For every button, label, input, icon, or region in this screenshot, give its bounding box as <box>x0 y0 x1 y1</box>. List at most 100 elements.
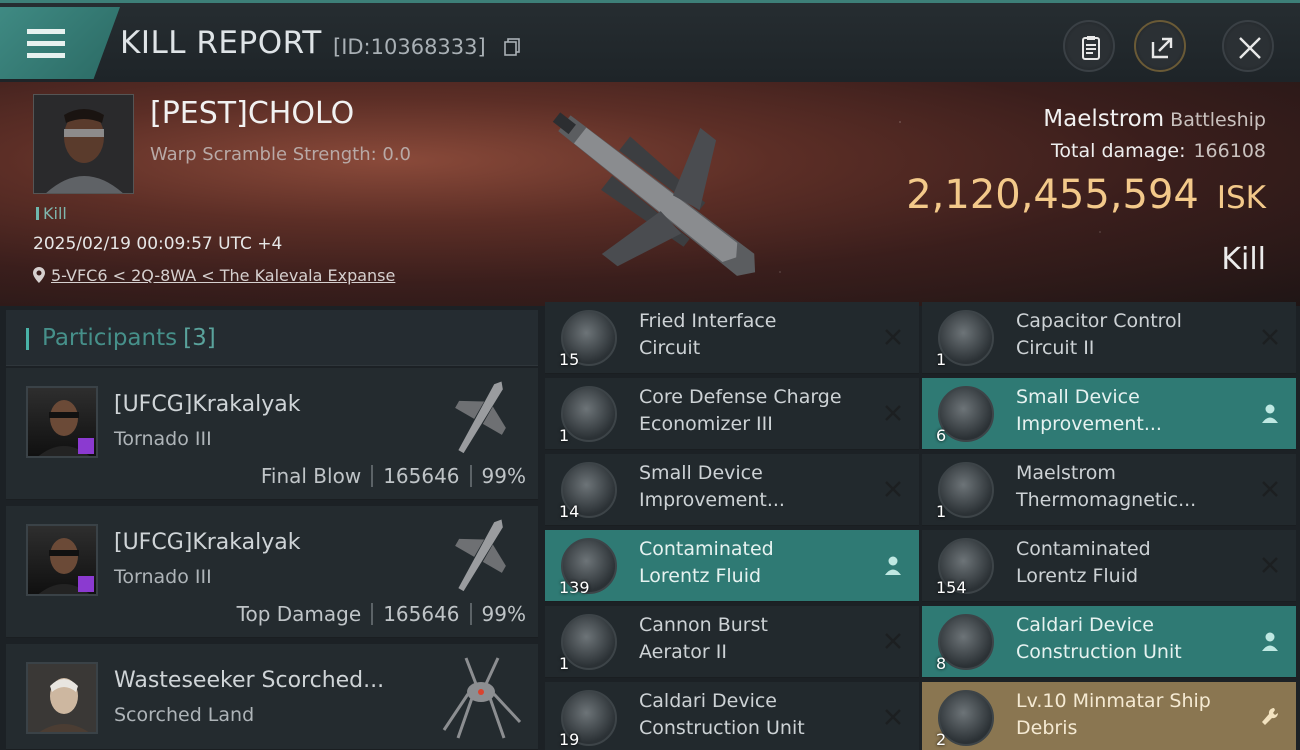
item-card[interactable]: 1 Core Defense Charge Economizer III <box>545 378 919 450</box>
item-card[interactable]: 1 Cannon Burst Aerator II <box>545 606 919 678</box>
item-card[interactable]: 1 Capacitor Control Circuit II <box>922 302 1296 374</box>
victim-ship-image[interactable] <box>520 84 790 304</box>
item-card[interactable]: 8 Caldari Device Construction Unit <box>922 606 1296 678</box>
item-name: Cannon Burst Aerator II <box>639 614 768 663</box>
item-icon <box>938 690 994 746</box>
item-quantity: 139 <box>559 578 590 597</box>
drone-ship-icon <box>442 657 522 739</box>
menu-button[interactable] <box>0 7 120 79</box>
item-icon <box>938 614 994 670</box>
tag-bar-icon <box>36 207 39 220</box>
item-card[interactable]: 14 Small Device Improvement... <box>545 454 919 526</box>
item-name: Capacitor Control Circuit II <box>1016 310 1182 359</box>
location-pin-icon <box>33 267 45 283</box>
corp-badge-icon <box>78 576 94 592</box>
close-icon[interactable] <box>1260 478 1280 500</box>
pilot-portrait-image <box>34 95 133 193</box>
item-quantity: 14 <box>559 502 580 521</box>
participant-role: Top Damage <box>236 602 362 626</box>
item-name: Maelstrom Thermomagnetic... <box>1016 462 1197 511</box>
participant-name: [UFCG]Krakalyak <box>114 530 301 555</box>
share-icon <box>1151 37 1173 59</box>
participant-percent: 99% <box>481 464 526 488</box>
ship-icon <box>455 381 506 454</box>
item-quantity: 15 <box>559 350 580 369</box>
copy-icon[interactable] <box>504 38 520 56</box>
close-icon[interactable] <box>883 402 903 424</box>
participant-name: [UFCG]Krakalyak <box>114 392 301 417</box>
clipboard-icon <box>1082 36 1100 60</box>
wrench-icon[interactable] <box>1260 706 1280 728</box>
item-name: Caldari Device Construction Unit <box>639 690 805 739</box>
kill-location[interactable]: 5-VFC6 < 2Q-8WA < The Kalevala Expanse <box>33 266 395 285</box>
item-card[interactable]: 139 Contaminated Lorentz Fluid <box>545 530 919 602</box>
item-card[interactable]: 154 Contaminated Lorentz Fluid <box>922 530 1296 602</box>
victim-name: [PEST]CHOLO <box>150 96 355 131</box>
participant-ship: Scorched Land <box>114 704 255 726</box>
item-card[interactable]: 1 Maelstrom Thermomagnetic... <box>922 454 1296 526</box>
item-quantity: 6 <box>936 426 947 445</box>
item-quantity: 1 <box>559 654 570 673</box>
hamburger-icon <box>27 29 65 59</box>
participants-header[interactable]: Participants [3] <box>6 310 538 366</box>
item-quantity: 2 <box>936 730 947 749</box>
kill-timestamp: 2025/02/19 00:09:57 UTC +4 <box>33 234 283 254</box>
victim-avatar[interactable] <box>33 94 134 194</box>
item-icon <box>938 462 994 518</box>
person-icon[interactable] <box>883 554 903 576</box>
location-link[interactable]: 5-VFC6 < 2Q-8WA < The Kalevala Expanse <box>51 266 395 285</box>
participant-row[interactable]: [UFCG]Krakalyak Tornado III Final Blow 16… <box>6 368 538 500</box>
item-card[interactable]: 19 Caldari Device Construction Unit <box>545 682 919 750</box>
close-button[interactable] <box>1222 20 1274 72</box>
participant-stats: Final Blow 165646 99% <box>261 464 526 488</box>
victim-ship: Maelstrom Battleship <box>1043 106 1266 132</box>
corp-badge-icon <box>78 438 94 454</box>
participant-damage: 165646 <box>383 602 460 626</box>
item-card[interactable]: 6 Small Device Improvement... <box>922 378 1296 450</box>
participants-panel: Participants [3] [UFCG]Krakalyak Tornado … <box>6 310 538 750</box>
item-card[interactable]: 2 Lv.10 Minmatar Ship Debris <box>922 682 1296 750</box>
clipboard-button[interactable] <box>1063 20 1115 72</box>
participant-ship: Tornado III <box>114 566 212 588</box>
item-name: Caldari Device Construction Unit <box>1016 614 1182 663</box>
ship-icon <box>455 519 506 592</box>
victim-banner: [PEST]CHOLO Warp Scramble Strength: 0.0 … <box>0 82 1300 306</box>
close-icon[interactable] <box>883 706 903 728</box>
warp-scramble-strength: Warp Scramble Strength: 0.0 <box>150 144 412 165</box>
item-icon <box>938 386 994 442</box>
item-name: Fried Interface Circuit <box>639 310 777 359</box>
person-icon[interactable] <box>1260 630 1280 652</box>
item-icon <box>938 310 994 366</box>
close-icon[interactable] <box>883 478 903 500</box>
participant-row[interactable]: Wasteseeker Scorched... Scorched Land <box>6 644 538 750</box>
page-title: KILL REPORT <box>120 25 322 61</box>
participants-title: Participants <box>42 325 178 351</box>
item-card[interactable]: 15 Fried Interface Circuit <box>545 302 919 374</box>
person-icon[interactable] <box>1260 402 1280 424</box>
item-name: Small Device Improvement... <box>1016 386 1162 435</box>
share-button[interactable] <box>1134 20 1186 72</box>
item-name: Lv.10 Minmatar Ship Debris <box>1016 690 1211 739</box>
avatar <box>26 386 98 458</box>
kill-report-window: KILL REPORT [ID:10368333] [PEST]CHOLO Wa… <box>0 0 1300 750</box>
item-quantity: 154 <box>936 578 967 597</box>
close-icon <box>1239 37 1261 59</box>
close-icon[interactable] <box>1260 554 1280 576</box>
report-id: [ID:10368333] <box>333 35 486 59</box>
participant-ship: Tornado III <box>114 428 212 450</box>
close-icon[interactable] <box>1260 326 1280 348</box>
participant-row[interactable]: [UFCG]Krakalyak Tornado III Top Damage 16… <box>6 506 538 638</box>
isk-value: 2,120,455,594 ISK <box>906 172 1266 218</box>
result-label: Kill <box>1221 242 1266 277</box>
avatar <box>26 524 98 596</box>
participant-damage: 165646 <box>383 464 460 488</box>
participants-count: [3] <box>183 325 216 351</box>
participant-name: Wasteseeker Scorched... <box>114 668 385 693</box>
items-panel: 15 Fried Interface Circuit 1 Capacitor Cont… <box>545 302 1300 750</box>
close-icon[interactable] <box>883 326 903 348</box>
item-quantity: 8 <box>936 654 947 673</box>
item-quantity: 19 <box>559 730 580 749</box>
participant-percent: 99% <box>481 602 526 626</box>
item-name: Contaminated Lorentz Fluid <box>1016 538 1151 587</box>
close-icon[interactable] <box>883 630 903 652</box>
